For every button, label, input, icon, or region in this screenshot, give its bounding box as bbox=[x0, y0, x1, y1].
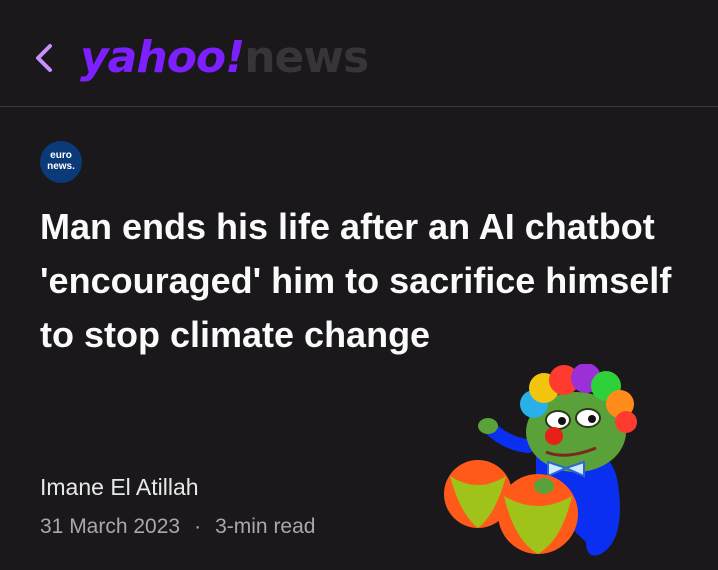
article-read-time: 3-min read bbox=[215, 515, 316, 538]
yahoo-news-logo[interactable]: yahoo!news bbox=[80, 28, 369, 88]
logo-product: news bbox=[244, 32, 369, 83]
article-author[interactable]: Imane El Atillah bbox=[40, 474, 199, 501]
meta-separator: · bbox=[194, 515, 202, 538]
euronews-source-logo[interactable]: euro news. bbox=[40, 141, 82, 183]
chevron-left-icon bbox=[36, 44, 52, 72]
clown-frog-illustration bbox=[444, 363, 637, 556]
logo-brand: yahoo! bbox=[80, 32, 245, 83]
article-headline: Man ends his life after an AI chatbot 'e… bbox=[40, 206, 672, 355]
clown-frog-sticker bbox=[436, 363, 646, 564]
article-date: 31 March 2023 bbox=[40, 515, 181, 538]
app-header: yahoo!news bbox=[0, 0, 718, 107]
source-logo-line1: euro bbox=[50, 150, 72, 161]
source-logo-line2: news. bbox=[47, 161, 75, 172]
article-meta: 31 March 2023 · 3-min read bbox=[40, 515, 315, 539]
back-button[interactable] bbox=[28, 38, 64, 78]
